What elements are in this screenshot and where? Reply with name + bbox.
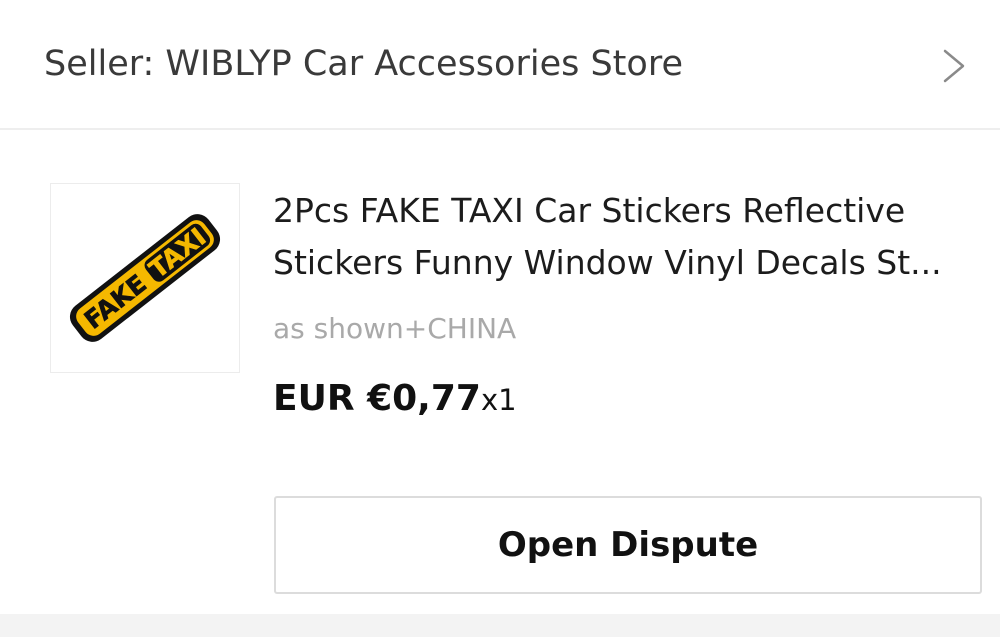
product-variant: as shown+CHINA (273, 312, 517, 345)
chevron-right-icon[interactable] (936, 46, 970, 86)
seller-name: Seller: WIBLYP Car Accessories Store (44, 44, 683, 84)
fake-taxi-sticker-image: FAKE TAXI (69, 214, 221, 342)
product-thumbnail[interactable]: FAKE TAXI (50, 183, 240, 373)
seller-row[interactable]: Seller: WIBLYP Car Accessories Store (0, 0, 1000, 130)
quantity: x1 (480, 383, 517, 417)
open-dispute-button[interactable]: Open Dispute (274, 496, 982, 594)
product-title-line-1: 2Pcs FAKE TAXI Car Stickers Reflective (273, 191, 906, 230)
price-amount: EUR €0,77 (273, 378, 481, 419)
section-divider (0, 614, 1000, 637)
price-row: EUR €0,77x1 (273, 372, 517, 427)
product-title-line-2: Stickers Funny Window Vinyl Decals St... (273, 243, 942, 282)
product-title[interactable]: 2Pcs FAKE TAXI Car Stickers Reflective S… (273, 185, 988, 289)
